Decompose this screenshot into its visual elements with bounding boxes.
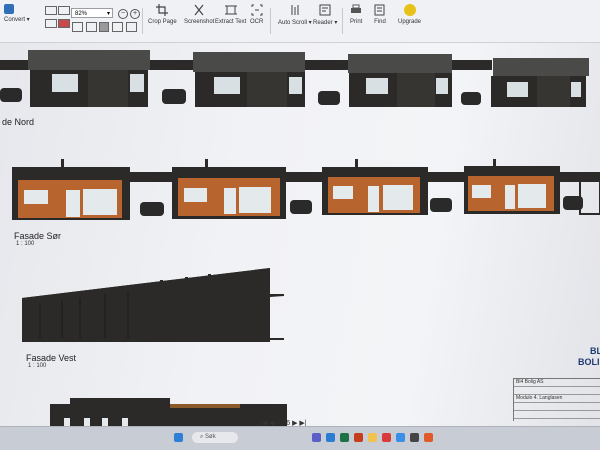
fasade-sor-scale: 1 : 100: [16, 241, 35, 247]
app-icon-2[interactable]: [424, 433, 433, 442]
screenshot-button[interactable]: Screenshot: [184, 4, 214, 25]
scissors-icon: [194, 4, 204, 16]
taskbar: ⌕ Søk: [0, 426, 600, 450]
ocr-icon: [251, 4, 263, 16]
rotate-icon[interactable]: [86, 22, 97, 32]
title-block-blank-2: [514, 403, 600, 411]
crop-page-label: Crop Page: [148, 19, 177, 25]
convert-icon: [4, 4, 14, 14]
zoom-out-icon[interactable]: −: [118, 9, 128, 19]
ocr-button[interactable]: OCR: [250, 4, 263, 25]
upgrade-button[interactable]: Upgrade: [398, 4, 421, 25]
teams-icon[interactable]: [312, 433, 321, 442]
print-button[interactable]: Print: [350, 4, 362, 25]
find-label: Find: [374, 19, 386, 25]
fit-width-icon[interactable]: [72, 22, 83, 32]
view-cover-icon[interactable]: [58, 19, 70, 28]
edge-icon[interactable]: [396, 433, 405, 442]
print-label: Print: [350, 19, 363, 25]
house-nord-2: [193, 52, 305, 107]
reader-button[interactable]: Reader ▾: [313, 4, 337, 26]
pdf-toolbar: Convert ▾ 82% ▾ − + Crop Page Screenshot …: [0, 0, 600, 43]
fasade-vest-label: Fasade Vest: [26, 353, 77, 363]
fasade-vest-scale: 1 : 100: [28, 363, 47, 369]
auto-scroll-icon: [291, 5, 299, 15]
screenshot-label: Screenshot: [184, 19, 215, 25]
logo-line2: BOLI: [578, 357, 600, 367]
title-block-company: Bl4 Bolig AS: [514, 379, 600, 387]
zoom-select[interactable]: 82% ▾: [71, 8, 113, 18]
house-sor-2: [172, 167, 286, 219]
house-sor-3: [322, 167, 428, 215]
view-double-icon[interactable]: [58, 6, 70, 15]
taskbar-search[interactable]: ⌕ Søk: [192, 432, 238, 443]
extract-text-label: Extract Text: [215, 19, 247, 25]
reader-label: Reader: [313, 20, 333, 26]
auto-scroll-label: Auto Scroll: [278, 20, 308, 26]
zoom-in-icon[interactable]: +: [130, 9, 140, 19]
reader-icon: [319, 4, 331, 16]
windows-start-icon[interactable]: [174, 433, 183, 442]
title-block-module: Modulo 4. Langlasen: [514, 395, 600, 403]
company-logo: BL BOLI: [578, 346, 600, 368]
logo-line1: BL: [590, 346, 600, 356]
fasade-sor-row: [12, 159, 600, 220]
fasade-bottom-row: [50, 398, 287, 426]
fasade-nord-label: de Nord: [2, 117, 35, 127]
house-sor-4: [464, 166, 560, 214]
house-sor-1: [12, 172, 130, 220]
house-nord-3: [348, 54, 452, 107]
print-icon: [351, 4, 362, 13]
auto-scroll-button[interactable]: Auto Scroll ▾: [278, 4, 312, 26]
view-scroll-icon[interactable]: [45, 19, 57, 28]
prev-page-icon[interactable]: [126, 22, 137, 32]
fasade-vest-row: [22, 268, 284, 342]
app-icon-1[interactable]: [410, 433, 419, 442]
taskbar-search-label: Søk: [205, 434, 216, 440]
extract-text-icon: [224, 5, 237, 15]
view-single-icon[interactable]: [45, 6, 57, 15]
powerpoint-icon[interactable]: [354, 433, 363, 442]
screen: Convert ▾ 82% ▾ − + Crop Page Screenshot …: [0, 0, 600, 450]
fasade-nord-row: [0, 50, 589, 107]
fasade-sor-label: Fasade Sør: [14, 231, 62, 241]
pdf-app-icon[interactable]: [382, 433, 391, 442]
house-nord-1: [28, 50, 150, 107]
hand-tool-icon[interactable]: [99, 22, 109, 32]
select-tool-icon[interactable]: [112, 22, 123, 32]
title-block: Bl4 Bolig AS Modulo 4. Langlasen: [513, 378, 600, 421]
extract-text-button[interactable]: Extract Text: [215, 4, 246, 25]
upgrade-label: Upgrade: [398, 19, 422, 25]
crop-icon: [156, 4, 169, 16]
zoom-value: 82%: [75, 11, 88, 17]
excel-icon[interactable]: [340, 433, 349, 442]
crop-page-button[interactable]: Crop Page: [148, 4, 177, 25]
convert-button[interactable]: Convert ▾: [4, 4, 30, 23]
ocr-label: OCR: [250, 19, 264, 25]
find-icon: [374, 4, 385, 16]
upgrade-icon: [403, 4, 416, 16]
find-button[interactable]: Find: [374, 4, 386, 25]
file-explorer-icon[interactable]: [368, 433, 377, 442]
outlook-icon[interactable]: [326, 433, 335, 442]
house-nord-4: [491, 58, 589, 107]
title-block-blank-3: [514, 411, 600, 419]
convert-label: Convert: [4, 17, 26, 23]
elevation-drawing: [0, 50, 600, 426]
title-block-blank: [514, 387, 600, 395]
